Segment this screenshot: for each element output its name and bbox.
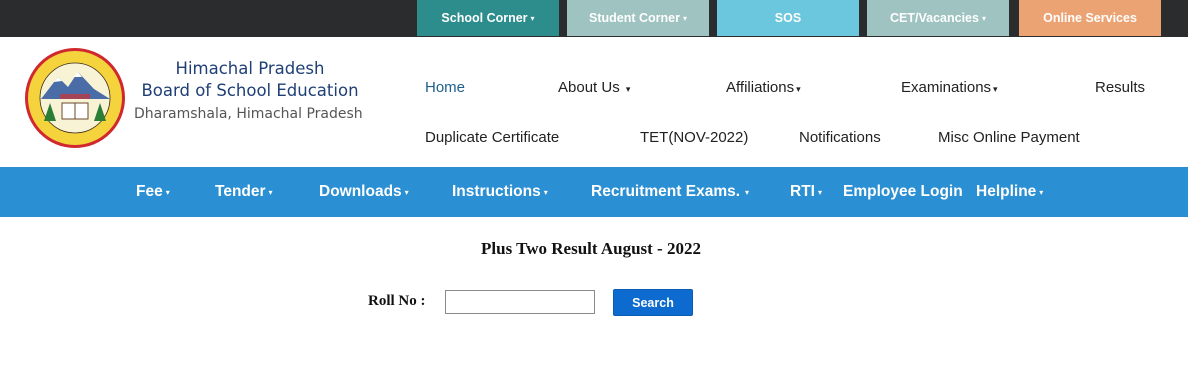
menu-recruitment-exams[interactable]: Recruitment Exams. ▾	[591, 167, 749, 217]
brand-location: Dharamshala, Himachal Pradesh	[134, 106, 363, 122]
chevron-down-icon: ▾	[682, 13, 687, 23]
top-tab-cet-vacancies[interactable]: CET/Vacancies ▾	[867, 0, 1009, 36]
main-menu-bar: Fee ▾ Tender ▾ Downloads ▾ Instructions ▾ Re…	[0, 167, 1188, 217]
brand-title-line1: Himachal Pradesh	[175, 59, 325, 78]
nav-duplicate-certificate[interactable]: Duplicate Certificate	[425, 129, 559, 146]
nav-misc-label: Misc Online Payment	[938, 129, 1080, 146]
nav-results[interactable]: Results	[1095, 79, 1145, 96]
menu-downloads-label: Downloads	[319, 183, 402, 200]
nav-affiliations-label: Affiliations	[726, 79, 795, 96]
page-title: Plus Two Result August - 2022	[481, 239, 701, 258]
menu-tender[interactable]: Tender ▾	[215, 167, 273, 217]
top-tab-label: CET/Vacancies	[890, 11, 979, 25]
site-header: Himachal Pradesh Board of School Educati…	[0, 37, 1188, 167]
menu-instructions-label: Instructions	[452, 183, 541, 200]
nav-affiliations[interactable]: Affiliations ▾	[726, 79, 801, 96]
nav-notifications[interactable]: Notifications	[799, 129, 881, 146]
roll-no-label: Roll No :	[368, 293, 426, 309]
menu-fee-label: Fee	[136, 183, 163, 200]
nav-examinations-label: Examinations	[901, 79, 992, 96]
nav-about-us[interactable]: About Us ▾	[558, 79, 630, 96]
chevron-down-icon: ▾	[1039, 187, 1044, 197]
nav-misc-online-payment[interactable]: Misc Online Payment	[938, 129, 1080, 146]
chevron-down-icon: ▾	[404, 187, 409, 197]
top-tab-school-corner[interactable]: School Corner ▾	[417, 0, 559, 36]
brand-title-line2: Board of School Education	[141, 81, 359, 100]
roll-no-input[interactable]	[445, 290, 595, 314]
top-tab-label: School Corner	[441, 11, 528, 25]
nav-results-label: Results	[1095, 79, 1146, 96]
top-tab-student-corner[interactable]: Student Corner ▾	[567, 0, 709, 36]
chevron-down-icon: ▾	[817, 187, 822, 197]
menu-recruitment-label: Recruitment Exams.	[591, 183, 741, 200]
nav-about-label: About Us	[558, 79, 620, 96]
top-tab-sos[interactable]: SOS	[717, 0, 859, 36]
chevron-down-icon: ▾	[165, 187, 170, 197]
chevron-down-icon: ▾	[745, 187, 750, 197]
chevron-down-icon: ▾	[268, 187, 273, 197]
nav-home[interactable]: Home	[425, 79, 465, 96]
menu-rti[interactable]: RTI ▾	[790, 167, 822, 217]
menu-employee-login[interactable]: Employee Login	[843, 167, 963, 217]
nav-duplicate-label: Duplicate Certificate	[425, 129, 560, 146]
board-seal-logo[interactable]	[24, 47, 126, 149]
chevron-down-icon: ▾	[981, 13, 986, 23]
nav-tet[interactable]: TET(NOV-2022)	[640, 129, 748, 146]
top-tab-label: SOS	[774, 11, 802, 25]
nav-notifications-label: Notifications	[799, 129, 881, 146]
chevron-down-icon: ▾	[543, 187, 548, 197]
nav-home-label: Home	[425, 79, 466, 96]
top-bar: School Corner ▾ Student Corner ▾ SOS CET/V…	[0, 0, 1188, 37]
menu-helpline-label: Helpline	[976, 183, 1037, 200]
menu-instructions[interactable]: Instructions ▾	[452, 167, 548, 217]
menu-employee-label: Employee Login	[843, 183, 963, 200]
menu-helpline[interactable]: Helpline ▾	[976, 167, 1043, 217]
chevron-down-icon: ▾	[530, 13, 535, 23]
brand-block: Himachal Pradesh Board of School Educati…	[134, 58, 374, 125]
chevron-down-icon: ▾	[796, 84, 801, 94]
menu-downloads[interactable]: Downloads ▾	[319, 167, 409, 217]
top-tab-label: Student Corner	[589, 11, 680, 25]
nav-tet-label: TET(NOV-2022)	[640, 129, 749, 146]
search-button[interactable]: Search	[613, 289, 693, 316]
menu-fee[interactable]: Fee ▾	[136, 167, 170, 217]
top-tab-online-services[interactable]: Online Services	[1019, 0, 1161, 36]
nav-examinations[interactable]: Examinations ▾	[901, 79, 998, 96]
menu-rti-label: RTI	[790, 183, 815, 200]
chevron-down-icon: ▾	[625, 84, 631, 94]
menu-tender-label: Tender	[215, 183, 266, 200]
chevron-down-icon: ▾	[993, 84, 998, 94]
top-tab-label: Online Services	[1043, 11, 1137, 25]
